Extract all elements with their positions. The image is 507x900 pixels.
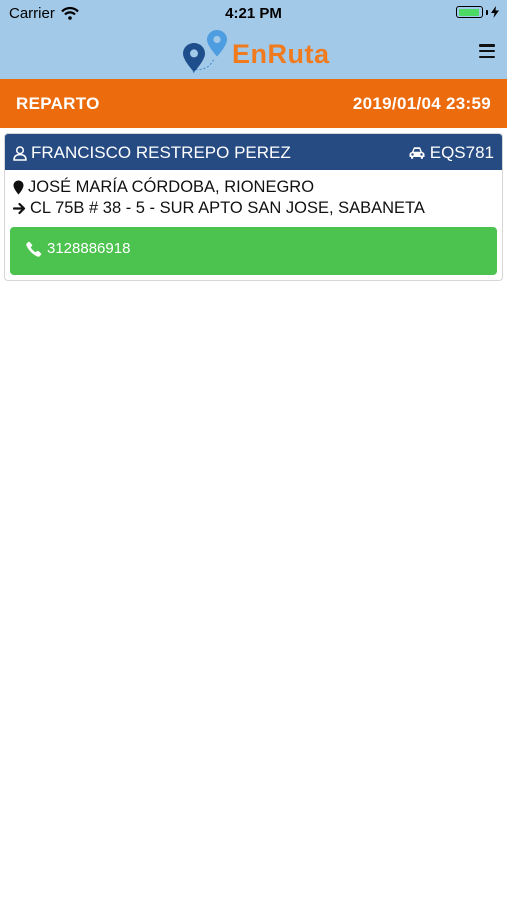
origin-line: JOSÉ MARÍA CÓRDOBA, RIONEGRO [13,177,494,198]
status-time: 4:21 PM [225,5,282,22]
car-icon [409,147,425,159]
charging-bolt-icon [491,6,499,18]
vehicle-plate: EQS781 [429,143,494,162]
app-header: EnRuta [0,26,507,79]
phone-icon [26,241,42,257]
destination-line: CL 75B # 38 - 5 - SUR APTO SAN JOSE, SAB… [13,198,494,219]
logo-text: EnRuta [232,38,330,69]
section-title: REPARTO [16,94,100,113]
destination-address: CL 75B # 38 - 5 - SUR APTO SAN JOSE, SAB… [30,199,425,217]
order-card-body: JOSÉ MARÍA CÓRDOBA, RIONEGRO CL 75B # 38… [5,170,502,219]
user-icon [13,145,27,161]
customer-name: FRANCISCO RESTREPO PEREZ [31,143,291,162]
arrow-right-icon [13,202,26,215]
phone-content: 3128886918 [26,240,130,257]
vehicle-plate-group: EQS781 [409,143,494,163]
battery-indicator [456,6,499,18]
status-bar: Carrier 4:21 PM [0,0,507,26]
hamburger-menu-icon[interactable] [479,44,495,59]
app-logo: EnRuta [182,29,330,75]
section-bar: REPARTO 2019/01/04 23:59 [0,79,507,128]
customer-name-group: FRANCISCO RESTREPO PEREZ [13,143,291,163]
section-datetime: 2019/01/04 23:59 [352,94,491,113]
order-card[interactable]: FRANCISCO RESTREPO PEREZ EQS781 JOSÉ MAR… [4,133,503,281]
location-pins-logo-icon [183,30,227,74]
phone-number: 3128886918 [47,240,131,257]
map-marker-icon [13,180,24,195]
order-card-header[interactable]: FRANCISCO RESTREPO PEREZ EQS781 [5,134,502,170]
origin-address: JOSÉ MARÍA CÓRDOBA, RIONEGRO [28,178,315,196]
battery-icon [456,6,483,18]
call-phone-button[interactable]: 3128886918 [10,227,497,275]
